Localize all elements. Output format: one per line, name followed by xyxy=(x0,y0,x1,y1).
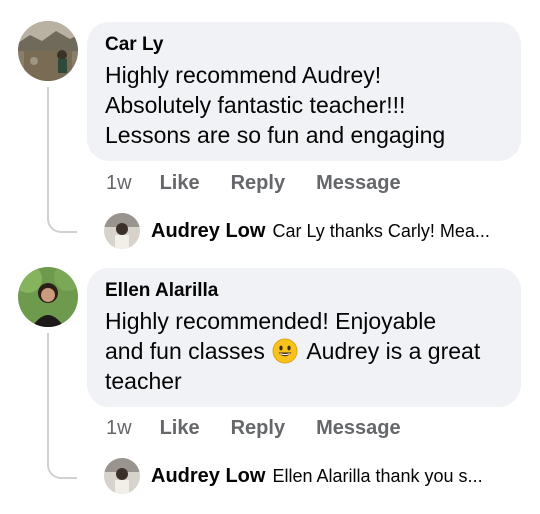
reply-preview[interactable]: Audrey Low Ellen Alarilla thank you s... xyxy=(104,458,483,494)
comment-line: and fun classes Audrey is a great xyxy=(105,336,503,366)
reply-text: Car Ly thanks Carly! Mea... xyxy=(272,220,490,241)
comment-bubble: Car Ly Highly recommend Audrey! Absolute… xyxy=(87,22,521,161)
reply-avatar[interactable] xyxy=(104,213,140,249)
comment-bubble: Ellen Alarilla Highly recommended! Enjoy… xyxy=(87,268,521,407)
comment-line-part: Audrey is a great xyxy=(306,338,481,364)
message-button[interactable]: Message xyxy=(316,171,401,195)
comment-line: Lessons are so fun and engaging xyxy=(105,122,446,148)
comment-line: Highly recommended! Enjoyable xyxy=(105,308,437,334)
comment-author[interactable]: Car Ly xyxy=(105,33,503,57)
reply-author[interactable]: Audrey Low xyxy=(151,220,265,243)
comment-actions: 1w Like Reply Message xyxy=(106,171,432,195)
reply-connector xyxy=(47,333,77,479)
reply-button[interactable]: Reply xyxy=(231,416,285,440)
like-button[interactable]: Like xyxy=(160,171,200,195)
comment-line: teacher xyxy=(105,368,182,394)
comment-line: Highly recommend Audrey! xyxy=(105,62,382,88)
commenter-avatar[interactable] xyxy=(18,21,78,81)
comment-timestamp[interactable]: 1w xyxy=(106,416,132,440)
like-button[interactable]: Like xyxy=(160,416,200,440)
comment-line-part: and fun classes xyxy=(105,338,265,364)
comment-text: Highly recommend Audrey! Absolutely fant… xyxy=(105,60,503,150)
comment-author[interactable]: Ellen Alarilla xyxy=(105,279,503,303)
comment-line: Absolutely fantastic teacher!!! xyxy=(105,92,406,118)
reply-connector xyxy=(47,87,77,233)
commenter-avatar[interactable] xyxy=(18,267,78,327)
grinning-face-emoji-icon xyxy=(272,338,298,364)
comments-page: Car Ly Highly recommend Audrey! Absolute… xyxy=(0,0,540,514)
reply-button[interactable]: Reply xyxy=(231,171,285,195)
reply-preview[interactable]: Audrey Low Car Ly thanks Carly! Mea... xyxy=(104,213,490,249)
comment-actions: 1w Like Reply Message xyxy=(106,416,432,440)
message-button[interactable]: Message xyxy=(316,416,401,440)
reply-avatar[interactable] xyxy=(104,458,140,494)
reply-author[interactable]: Audrey Low xyxy=(151,465,265,488)
comment-text: Highly recommended! Enjoyable and fun cl… xyxy=(105,306,503,396)
comment-timestamp[interactable]: 1w xyxy=(106,171,132,195)
reply-text: Ellen Alarilla thank you s... xyxy=(272,465,483,486)
